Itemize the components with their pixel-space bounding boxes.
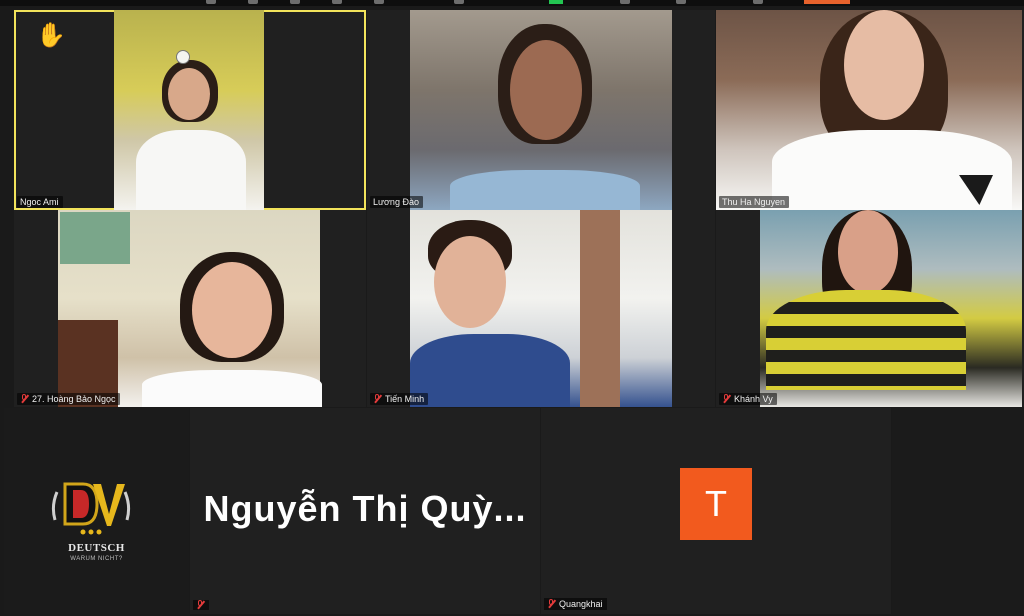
gallery-row-1: ✋ Ngoc Ami Lương Đào Thu Ha Nguyen (0, 10, 1024, 210)
logo-text: DEUTSCH (68, 542, 125, 554)
video-tile-hoang-bao-ngoc[interactable]: 27. Hoàng Bảo Ngọc (14, 210, 366, 407)
video-tile-ngoc-ami[interactable]: ✋ Ngoc Ami (14, 10, 366, 210)
gallery-row-3: DEUTSCH WARUM NICHT? Nguyễn Thị Quỳ... T… (0, 408, 1024, 616)
participant-video (410, 210, 672, 407)
end-meeting-button[interactable] (804, 0, 850, 4)
participant-name-large: Nguyễn Thị Quỳ... (203, 488, 527, 529)
video-tile-nguyen-thi-quy[interactable]: Nguyễn Thị Quỳ... (190, 408, 540, 614)
video-tile-luong-dao[interactable]: Lương Đào (367, 10, 715, 210)
toolbar-icon[interactable] (620, 0, 630, 4)
name-tag: Khánh Vy (719, 393, 777, 405)
name-tag: Ngoc Ami (17, 196, 63, 208)
toolbar-icon[interactable] (374, 0, 384, 4)
name-tag: 27. Hoàng Bảo Ngọc (17, 393, 120, 405)
video-tile-tien-minh[interactable]: Tiến Minh (367, 210, 715, 407)
participant-video (114, 10, 264, 210)
empty-tile (892, 408, 1024, 614)
participant-video (410, 10, 672, 210)
participant-name: 27. Hoàng Bảo Ngọc (32, 394, 116, 404)
logo-subtext: WARUM NICHT? (70, 556, 123, 562)
participant-name: Lương Đào (373, 197, 419, 207)
participant-name: Ngoc Ami (20, 197, 59, 207)
participant-name: Tiến Minh (385, 394, 425, 404)
toolbar-icon[interactable] (206, 0, 216, 4)
video-tile-thu-ha-nguyen[interactable]: Thu Ha Nguyen (716, 10, 1024, 210)
toolbar-icon[interactable] (753, 0, 763, 4)
mic-muted-icon (373, 394, 382, 404)
name-tag (193, 600, 209, 610)
name-tag: Thu Ha Nguyen (719, 196, 790, 208)
avatar: T (680, 468, 752, 540)
raised-hand-icon: ✋ (36, 22, 66, 49)
name-tag: Tiến Minh (370, 393, 429, 405)
video-tile-khanh-vy[interactable]: Khánh Vy (716, 210, 1024, 407)
toolbar-icon[interactable] (454, 0, 464, 4)
name-tag: Quangkhai (544, 598, 607, 610)
mic-muted-icon (547, 599, 556, 609)
toolbar-icon[interactable] (332, 0, 342, 4)
toolbar-icon[interactable] (248, 0, 258, 4)
mic-muted-icon (20, 394, 29, 404)
mic-muted-icon (196, 600, 205, 610)
participant-name: Thu Ha Nguyen (722, 197, 786, 207)
mic-muted-icon (722, 394, 731, 404)
participant-name: Quangkhai (559, 599, 603, 609)
dv-logo-icon (51, 482, 131, 535)
meeting-toolbar (0, 0, 1024, 6)
participant-video (58, 210, 322, 407)
logo-tile: DEUTSCH WARUM NICHT? (4, 408, 189, 614)
participant-video (760, 210, 1022, 407)
toolbar-icon[interactable] (676, 0, 686, 4)
gallery-row-2: 27. Hoàng Bảo Ngọc Tiến Minh Khánh Vy (0, 210, 1024, 407)
name-tag: Lương Đào (370, 196, 423, 208)
participant-name: Khánh Vy (734, 394, 773, 404)
toolbar-icon[interactable] (290, 0, 300, 4)
participant-video (716, 10, 1022, 210)
video-tile-quangkhai[interactable]: T Quangkhai (541, 408, 891, 614)
share-screen-icon[interactable] (549, 0, 563, 4)
